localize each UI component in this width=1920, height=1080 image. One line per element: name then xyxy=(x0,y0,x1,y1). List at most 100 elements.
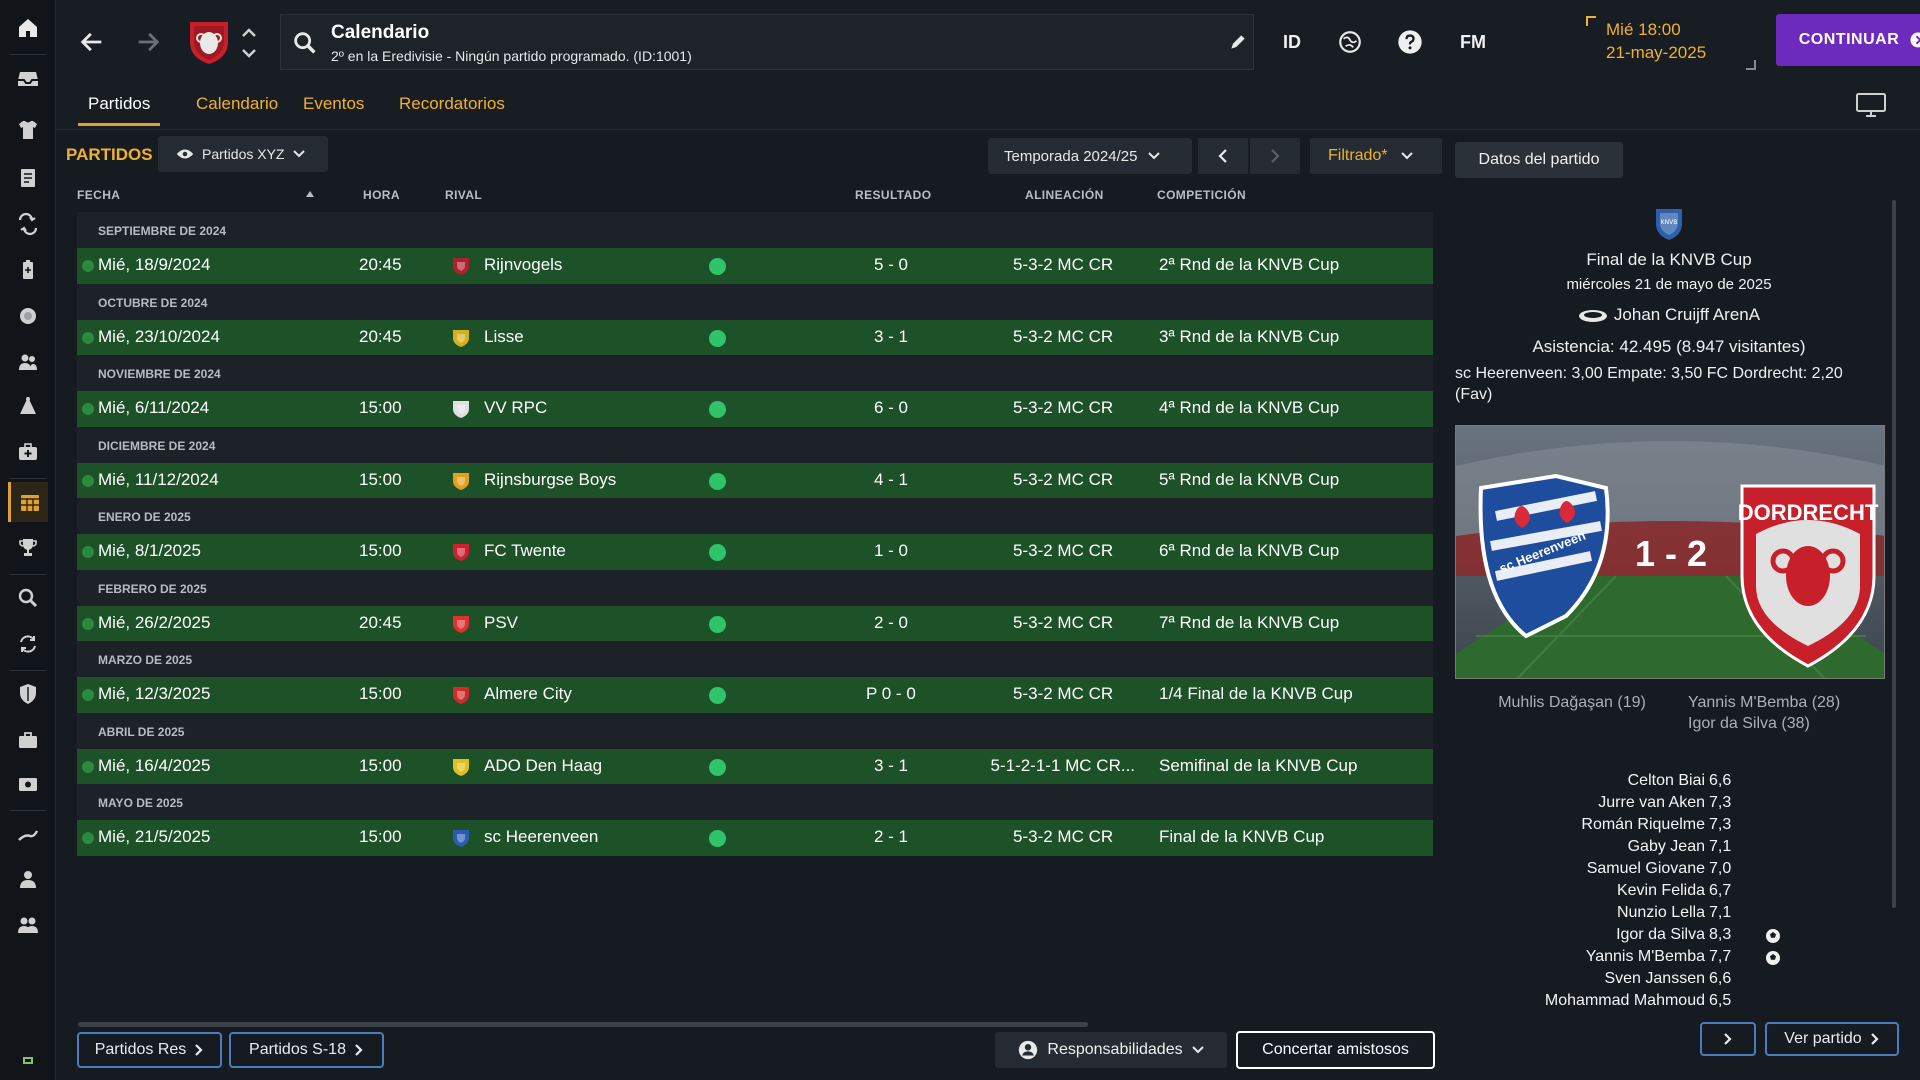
rival-name[interactable]: Almere City xyxy=(484,684,572,704)
match-competition[interactable]: 2ª Rnd de la KNVB Cup xyxy=(1159,255,1339,275)
tactics-icon[interactable] xyxy=(8,204,48,244)
match-competition[interactable]: Final de la KNVB Cup xyxy=(1159,827,1324,847)
horizontal-scrollbar[interactable] xyxy=(78,1022,1088,1027)
rival-name[interactable]: FC Twente xyxy=(484,541,566,561)
player-rating-row[interactable]: Mohammad Mahmoud 6,5 xyxy=(1455,992,1855,1014)
match-competition[interactable]: 6ª Rnd de la KNVB Cup xyxy=(1159,541,1339,561)
player-rating-row[interactable]: Samuel Giovane 7,0 xyxy=(1455,860,1855,882)
tab-eventos[interactable]: Eventos xyxy=(293,92,374,126)
search-box[interactable]: Calendario 2º en la Eredivisie - Ningún … xyxy=(280,14,1254,70)
responsibilities-dropdown[interactable]: Responsabilidades xyxy=(995,1032,1227,1068)
scouting-search-icon[interactable] xyxy=(8,578,48,618)
rival-name[interactable]: Rijnvogels xyxy=(484,255,562,275)
match-competition[interactable]: 5ª Rnd de la KNVB Cup xyxy=(1159,470,1339,490)
match-competition[interactable]: 7ª Rnd de la KNVB Cup xyxy=(1159,613,1339,633)
squad-icon[interactable] xyxy=(8,110,48,150)
player-name[interactable]: Mohammad Mahmoud xyxy=(1545,992,1705,1010)
back-button[interactable] xyxy=(72,22,112,62)
help-icon[interactable] xyxy=(1390,24,1430,60)
table-row[interactable]: Mié, 11/12/2024 15:00 Rijnsburgse Boys 4… xyxy=(77,462,1433,499)
people-icon[interactable] xyxy=(8,342,48,382)
match-competition[interactable]: Semifinal de la KNVB Cup xyxy=(1159,756,1357,776)
player-name[interactable]: Kevin Felida xyxy=(1617,882,1705,900)
match-result[interactable]: 6 - 0 xyxy=(874,398,908,418)
match-details-button[interactable]: Datos del partido xyxy=(1455,142,1623,178)
player-rating-row[interactable]: Jurre van Aken 7,3 xyxy=(1455,794,1855,816)
club-info-icon[interactable] xyxy=(8,674,48,714)
reserves-icon[interactable] xyxy=(8,860,48,900)
match-result[interactable]: 4 - 1 xyxy=(874,470,908,490)
col-header-hora[interactable]: HORA xyxy=(363,188,400,202)
match-competition[interactable]: 3ª Rnd de la KNVB Cup xyxy=(1159,327,1339,347)
season-dropdown[interactable]: Temporada 2024/25 xyxy=(988,138,1192,174)
finances-icon[interactable] xyxy=(8,720,48,760)
training-icon[interactable] xyxy=(8,386,48,426)
player-name[interactable]: Samuel Giovane xyxy=(1587,860,1705,878)
col-header-rival[interactable]: RIVAL xyxy=(445,188,482,202)
match-result[interactable]: 3 - 1 xyxy=(874,756,908,776)
player-name[interactable]: Yannis M'Bemba xyxy=(1586,948,1705,966)
player-rating-row[interactable]: Igor da Silva 8,3 xyxy=(1455,926,1855,948)
development-icon[interactable] xyxy=(8,814,48,854)
view-dropdown[interactable]: Partidos XYZ xyxy=(158,136,328,172)
player-rating-row[interactable]: Yannis M'Bemba 7,7 xyxy=(1455,948,1855,970)
medical-icon[interactable] xyxy=(8,432,48,472)
rival-name[interactable]: sc Heerenveen xyxy=(484,827,598,847)
player-rating-row[interactable]: Sven Janssen 6,6 xyxy=(1455,970,1855,992)
stadium-name[interactable]: Johan Cruijff ArenA xyxy=(1614,305,1760,324)
forward-button[interactable] xyxy=(128,22,168,62)
match-competition[interactable]: 4ª Rnd de la KNVB Cup xyxy=(1159,398,1339,418)
view-match-button[interactable]: Ver partido xyxy=(1765,1022,1899,1056)
col-header-competicion[interactable]: COMPETICIÓN xyxy=(1157,188,1246,202)
table-row[interactable]: Mié, 16/4/2025 15:00 ADO Den Haag 3 - 1 … xyxy=(77,748,1433,785)
dynamics-icon[interactable] xyxy=(8,250,48,290)
player-rating-row[interactable]: Román Riquelme 7,3 xyxy=(1455,816,1855,838)
inbox-icon[interactable] xyxy=(8,58,48,98)
reports-icon[interactable] xyxy=(8,158,48,198)
player-rating-row[interactable]: Celton Biai 6,6 xyxy=(1455,772,1855,794)
u18-icon[interactable] xyxy=(8,906,48,946)
continue-button[interactable]: CONTINUAR xyxy=(1776,14,1920,66)
rival-name[interactable]: ADO Den Haag xyxy=(484,756,602,776)
player-name[interactable]: Sven Janssen xyxy=(1604,970,1705,988)
player-name[interactable]: Gaby Jean xyxy=(1628,838,1705,856)
match-result-graphic[interactable]: 1 - 2 sc Heerenveen DORDRECHT xyxy=(1455,425,1885,679)
tab-partidos[interactable]: Partidos xyxy=(78,92,161,126)
table-row[interactable]: Mié, 26/2/2025 20:45 PSV 2 - 0 5-3-2 MC … xyxy=(77,605,1433,642)
tab-recordatorios[interactable]: Recordatorios xyxy=(389,92,515,126)
fm-world-icon[interactable] xyxy=(1330,24,1370,60)
match-result[interactable]: P 0 - 0 xyxy=(866,684,916,704)
club-badge-icon[interactable] xyxy=(184,16,234,66)
player-rating-row[interactable]: Gaby Jean 7,1 xyxy=(1455,838,1855,860)
filter-dropdown[interactable]: Filtrado* xyxy=(1310,138,1442,174)
player-name[interactable]: Román Riquelme xyxy=(1581,816,1705,834)
table-row[interactable]: Mié, 21/5/2025 15:00 sc Heerenveen 2 - 1… xyxy=(77,820,1433,856)
next-season-button[interactable] xyxy=(1250,138,1300,174)
vertical-scrollbar[interactable] xyxy=(1892,200,1896,908)
table-row[interactable]: Mié, 12/3/2025 15:00 Almere City P 0 - 0… xyxy=(77,677,1433,713)
match-competition[interactable]: 1/4 Final de la KNVB Cup xyxy=(1159,684,1353,704)
player-name[interactable]: Igor da Silva xyxy=(1616,926,1705,944)
player-name[interactable]: Nunzio Lella xyxy=(1617,904,1705,922)
table-row[interactable]: Mié, 6/11/2024 15:00 VV RPC 6 - 0 5-3-2 … xyxy=(77,391,1433,427)
table-row[interactable]: Mié, 18/9/2024 20:45 Rijnvogels 5 - 0 5-… xyxy=(77,248,1433,284)
player-rating-row[interactable]: Kevin Felida 6,7 xyxy=(1455,882,1855,904)
col-header-alineacion[interactable]: ALINEACIÓN xyxy=(1025,188,1104,202)
staff-icon[interactable] xyxy=(8,296,48,336)
reserve-matches-button[interactable]: Partidos Res xyxy=(77,1032,222,1068)
rival-name[interactable]: PSV xyxy=(484,613,518,633)
col-header-resultado[interactable]: RESULTADO xyxy=(855,188,932,202)
transfers-icon[interactable] xyxy=(8,624,48,664)
next-match-button[interactable] xyxy=(1700,1022,1756,1056)
match-result[interactable]: 2 - 1 xyxy=(874,827,908,847)
screen-layout-icon[interactable] xyxy=(1854,90,1888,120)
prev-season-button[interactable] xyxy=(1198,138,1248,174)
board-icon[interactable] xyxy=(8,764,48,804)
u18-matches-button[interactable]: Partidos S-18 xyxy=(229,1032,384,1068)
rival-name[interactable]: VV RPC xyxy=(484,398,547,418)
match-result[interactable]: 5 - 0 xyxy=(874,255,908,275)
match-result[interactable]: 3 - 1 xyxy=(874,327,908,347)
arrange-friendlies-button[interactable]: Concertar amistosos xyxy=(1236,1031,1435,1069)
id-button[interactable]: ID xyxy=(1268,24,1316,60)
tab-calendario[interactable]: Calendario xyxy=(186,92,288,126)
